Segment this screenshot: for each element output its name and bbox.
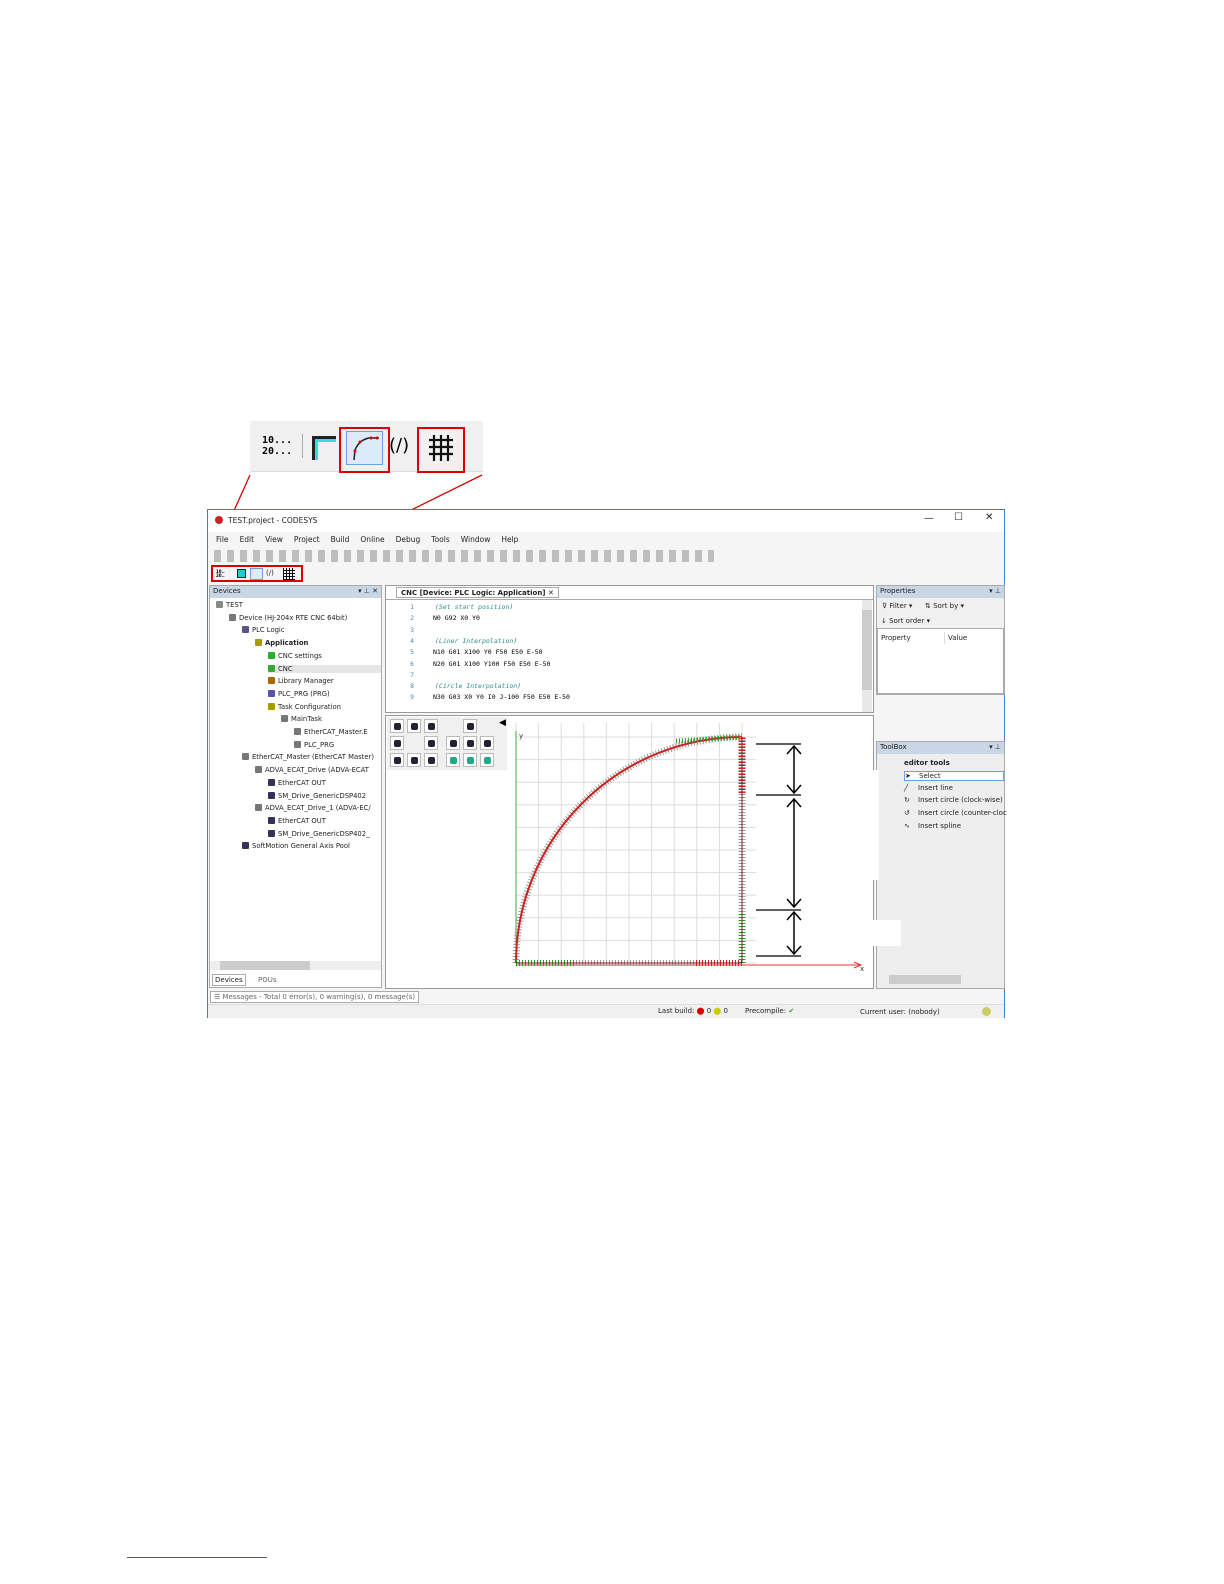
last-build-status: Last build: ⬤ 0 ⬤ 0 — [658, 1007, 728, 1015]
messages-tab[interactable]: ☰ Messages - Total 0 error(s), 0 warning… — [210, 991, 420, 1003]
toolbox-item-label: Select — [919, 772, 941, 780]
precompile-status: Precompile: ✔ — [745, 1007, 795, 1015]
toolbox-header: ToolBox ▾ ⊥ — [877, 742, 1004, 754]
toolbox-panel: ToolBox ▾ ⊥ editor tools ➤ Select ╱ Insert l… — [876, 741, 1007, 989]
toolbox-item-label: Insert circle (clock-wise) — [918, 796, 1003, 805]
toolbox-item-label: Insert spline — [918, 821, 962, 830]
toolbox-item[interactable]: ↺ Insert circle (counter-cloc — [904, 809, 1007, 817]
sort-order-button[interactable]: ↓ Sort order ▾ — [881, 617, 930, 625]
properties-panel: Properties ▾ ⊥ ⊽ Filter ▾ ⇅ Sort by ▾ ↓ S… — [876, 585, 1005, 695]
annotation-mask — [871, 770, 879, 880]
toolbox-item-label: Insert circle (counter-cloc — [918, 809, 1007, 818]
status-icon — [982, 1007, 991, 1016]
line-icon: ╱ — [904, 783, 909, 792]
properties-title: Properties — [880, 587, 916, 595]
annotation-mask — [871, 920, 901, 946]
filter-button[interactable]: ⊽ Filter ▾ — [882, 602, 912, 610]
circle-ccw-icon: ↺ — [904, 809, 910, 818]
toolbox-item-label: Insert line — [918, 783, 953, 792]
properties-grid: Property Value — [877, 628, 1004, 694]
y-axis-label: y — [519, 732, 523, 740]
footnote-separator — [127, 1557, 267, 1558]
toolbox-item[interactable]: ↻ Insert circle (clock-wise) — [904, 796, 1003, 804]
circle-cw-icon: ↻ — [904, 796, 910, 805]
column-property: Property — [881, 634, 911, 642]
toolbox-title: ToolBox — [880, 743, 907, 751]
status-bar: Last build: ⬤ 0 ⬤ 0 Precompile: ✔ Curren… — [208, 1004, 1004, 1018]
toolbox-item[interactable]: ∿ Insert spline — [904, 822, 961, 830]
column-value: Value — [948, 634, 968, 642]
toolbox-group[interactable]: editor tools — [904, 759, 950, 767]
cursor-icon: ➤ — [905, 772, 911, 780]
spline-icon: ∿ — [904, 821, 910, 830]
x-axis-label: x — [860, 965, 864, 973]
toolbox-item[interactable]: ➤ Select — [904, 771, 1004, 781]
codesys-window: TEST.project - CODESYS — ☐ ✕ File Edit Vie… — [207, 509, 1007, 1018]
current-user: Current user: (nobody) — [860, 1008, 940, 1016]
properties-header: Properties ▾ ⊥ — [877, 586, 1004, 598]
toolbox-item[interactable]: ╱ Insert line — [904, 784, 953, 792]
sort-by-button[interactable]: ⇅ Sort by ▾ — [925, 602, 964, 610]
toolbox-scrollbar[interactable] — [877, 975, 1004, 984]
